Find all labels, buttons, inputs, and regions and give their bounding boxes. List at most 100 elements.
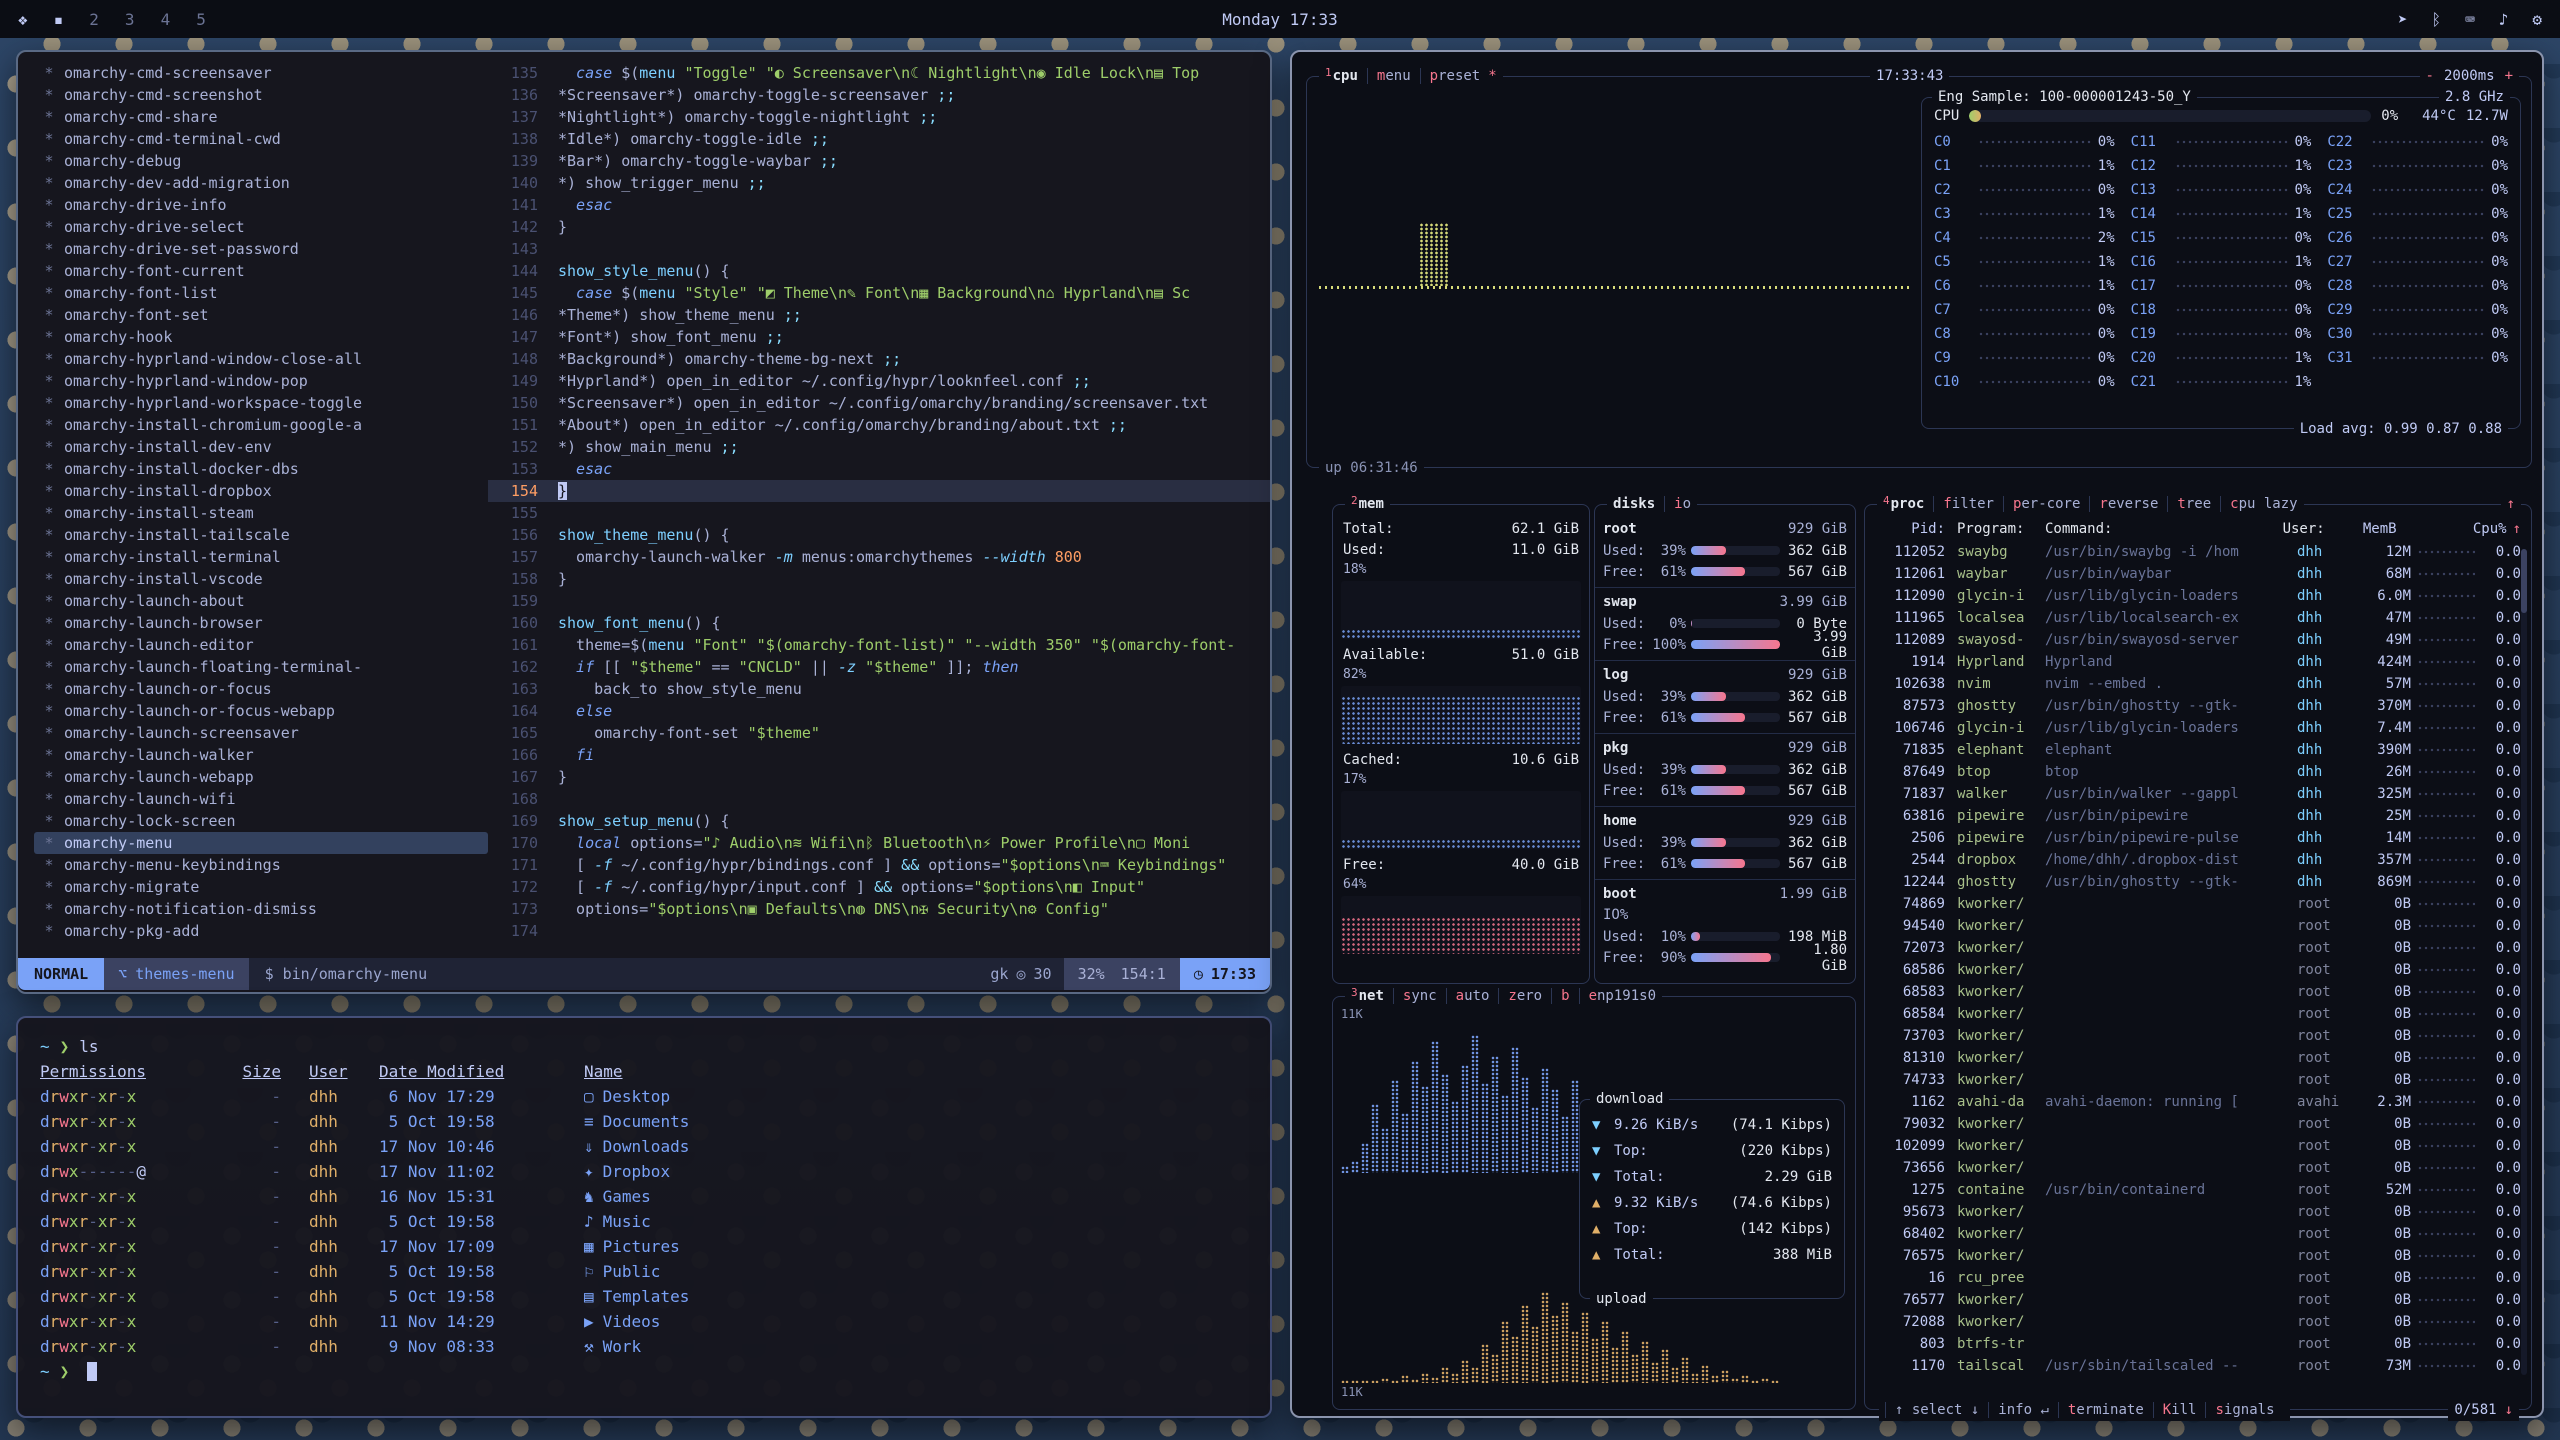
- process-row[interactable]: 68586 kworker/ root 0B 0.0: [1865, 959, 2531, 981]
- file-list-item[interactable]: * omarchy-debug: [34, 150, 488, 172]
- file-list-item[interactable]: * omarchy-lock-screen: [34, 810, 488, 832]
- b-option[interactable]: b: [1551, 988, 1569, 1004]
- process-row[interactable]: 112089 swayosd- /usr/bin/swayosd-server …: [1865, 629, 2531, 651]
- prompt-line-empty[interactable]: ~ ❯: [40, 1359, 1248, 1384]
- process-row[interactable]: 87573 ghostty /usr/bin/ghostty --gtk- dh…: [1865, 695, 2531, 717]
- process-row[interactable]: 81310 kworker/ root 0B 0.0: [1865, 1047, 2531, 1069]
- settings-gear-icon[interactable]: ⚙: [2532, 10, 2542, 29]
- proc-footer-action[interactable]: terminate: [2058, 1402, 2153, 1418]
- file-list-item[interactable]: * omarchy-drive-select: [34, 216, 488, 238]
- screencast-icon[interactable]: ➤: [2398, 10, 2408, 29]
- process-row[interactable]: 112090 glycin-i /usr/lib/glycin-loaders …: [1865, 585, 2531, 607]
- clock[interactable]: Monday 17:33: [1222, 10, 1338, 29]
- process-row[interactable]: 94540 kworker/ root 0B 0.0: [1865, 915, 2531, 937]
- file-list-item[interactable]: * omarchy-hyprland-workspace-toggle: [34, 392, 488, 414]
- file-list[interactable]: * omarchy-cmd-screensaver * omarchy-cmd-…: [18, 62, 488, 958]
- workspace-2[interactable]: 2: [89, 10, 99, 29]
- file-list-item[interactable]: * omarchy-migrate: [34, 876, 488, 898]
- preset-option[interactable]: preset: [1420, 68, 1481, 84]
- tree-option[interactable]: tree: [2167, 496, 2211, 512]
- file-list-item[interactable]: * omarchy-launch-floating-terminal-: [34, 656, 488, 678]
- omarchy-logo-icon[interactable]: ❖: [18, 10, 28, 29]
- header-memb[interactable]: MemB: [2347, 517, 2397, 541]
- process-row[interactable]: 79032 kworker/ root 0B 0.0: [1865, 1113, 2531, 1135]
- process-row[interactable]: 12244 ghostty /usr/bin/ghostty --gtk- dh…: [1865, 871, 2531, 893]
- file-list-item[interactable]: * omarchy-install-docker-dbs: [34, 458, 488, 480]
- process-row[interactable]: 74869 kworker/ root 0B 0.0: [1865, 893, 2531, 915]
- process-row[interactable]: 112052 swaybg /usr/bin/swaybg -i /hom dh…: [1865, 541, 2531, 563]
- file-list-item[interactable]: * omarchy-launch-or-focus: [34, 678, 488, 700]
- file-list-item[interactable]: * omarchy-install-tailscale: [34, 524, 488, 546]
- code-editor[interactable]: 135 case $(menu "Toggle" "◐ Screensaver\…: [488, 62, 1270, 958]
- process-row[interactable]: 74733 kworker/ root 0B 0.0: [1865, 1069, 2531, 1091]
- process-row[interactable]: 72073 kworker/ root 0B 0.0: [1865, 937, 2531, 959]
- file-list-item[interactable]: * omarchy-install-dev-env: [34, 436, 488, 458]
- process-row[interactable]: 1275 containe /usr/bin/containerd root 5…: [1865, 1179, 2531, 1201]
- file-list-item[interactable]: * omarchy-install-terminal: [34, 546, 488, 568]
- file-list-item[interactable]: * omarchy-launch-webapp: [34, 766, 488, 788]
- process-row[interactable]: 2544 dropbox /home/dhh/.dropbox-dist dhh…: [1865, 849, 2531, 871]
- file-list-item[interactable]: * omarchy-hyprland-window-pop: [34, 370, 488, 392]
- auto-option[interactable]: auto: [1446, 988, 1490, 1004]
- interface-name[interactable]: enp191s0: [1579, 988, 1656, 1004]
- file-list-item[interactable]: * omarchy-cmd-screenshot: [34, 84, 488, 106]
- process-row[interactable]: 68584 kworker/ root 0B 0.0: [1865, 1003, 2531, 1025]
- process-row[interactable]: 68583 kworker/ root 0B 0.0: [1865, 981, 2531, 1003]
- proc-footer-action[interactable]: Kill: [2153, 1402, 2206, 1418]
- file-list-item[interactable]: * omarchy-cmd-screensaver: [34, 62, 488, 84]
- terminal-window[interactable]: ~ ❯ ls Permissions Size User Date Modifi…: [16, 1016, 1272, 1418]
- sync-option[interactable]: sync: [1393, 988, 1437, 1004]
- file-list-item[interactable]: * omarchy-font-current: [34, 260, 488, 282]
- file-list-item[interactable]: * omarchy-install-vscode: [34, 568, 488, 590]
- process-row[interactable]: 111965 localsea /usr/lib/localsearch-ex …: [1865, 607, 2531, 629]
- rate-decrease-button[interactable]: -: [2426, 68, 2434, 84]
- proc-scrollbar[interactable]: [2521, 549, 2527, 1375]
- process-row[interactable]: 87649 btop btop dhh 26M 0.0: [1865, 761, 2531, 783]
- file-list-item[interactable]: * omarchy-notification-dismiss: [34, 898, 488, 920]
- file-list-item[interactable]: * omarchy-pkg-add: [34, 920, 488, 942]
- header-program[interactable]: Program:: [1945, 517, 2045, 541]
- workspace-3[interactable]: 3: [125, 10, 135, 29]
- proc-footer-action[interactable]: signals: [2205, 1402, 2283, 1418]
- io-option[interactable]: io: [1664, 496, 1691, 512]
- file-list-item[interactable]: * omarchy-drive-info: [34, 194, 488, 216]
- process-row[interactable]: 95673 kworker/ root 0B 0.0: [1865, 1201, 2531, 1223]
- file-list-item[interactable]: * omarchy-launch-browser: [34, 612, 488, 634]
- file-list-item[interactable]: * omarchy-hyprland-window-close-all: [34, 348, 488, 370]
- process-row[interactable]: 1162 avahi-da avahi-daemon: running [ av…: [1865, 1091, 2531, 1113]
- header-user[interactable]: User:: [2283, 517, 2347, 541]
- process-row[interactable]: 73656 kworker/ root 0B 0.0: [1865, 1157, 2531, 1179]
- reverse-option[interactable]: reverse: [2089, 496, 2158, 512]
- rate-increase-button[interactable]: +: [2505, 68, 2513, 84]
- process-row[interactable]: 102099 kworker/ root 0B 0.0: [1865, 1135, 2531, 1157]
- process-row[interactable]: 76575 kworker/ root 0B 0.0: [1865, 1245, 2531, 1267]
- zero-option[interactable]: zero: [1498, 988, 1542, 1004]
- preset-toggle[interactable]: *: [1488, 68, 1496, 84]
- header-pid[interactable]: Pid:: [1875, 517, 1945, 541]
- proc-footer-action[interactable]: info ↵: [1988, 1402, 2058, 1418]
- file-list-item[interactable]: * omarchy-font-list: [34, 282, 488, 304]
- file-list-item[interactable]: * omarchy-launch-editor: [34, 634, 488, 656]
- process-row[interactable]: 71835 elephant elephant dhh 390M 0.0: [1865, 739, 2531, 761]
- file-list-item[interactable]: * omarchy-drive-set-password: [34, 238, 488, 260]
- scroll-down-indicator[interactable]: ↓: [2505, 1402, 2513, 1418]
- workspace-5[interactable]: 5: [196, 10, 206, 29]
- process-row[interactable]: 68402 kworker/ root 0B 0.0: [1865, 1223, 2531, 1245]
- workspace-1-active[interactable]: ▪: [54, 10, 64, 29]
- file-list-item[interactable]: * omarchy-launch-walker: [34, 744, 488, 766]
- process-row[interactable]: 71837 walker /usr/bin/walker --gappl dhh…: [1865, 783, 2531, 805]
- process-row[interactable]: 1914 Hyprland Hyprland dhh 424M 0.0: [1865, 651, 2531, 673]
- file-list-item[interactable]: * omarchy-install-dropbox: [34, 480, 488, 502]
- keyboard-icon[interactable]: ⌨: [2465, 10, 2475, 29]
- file-list-item[interactable]: * omarchy-launch-about: [34, 590, 488, 612]
- sort-column-option[interactable]: cpu lazy: [2220, 496, 2297, 512]
- process-row[interactable]: 63816 pipewire /usr/bin/pipewire dhh 25M…: [1865, 805, 2531, 827]
- proc-footer-action[interactable]: ↑ select ↓: [1885, 1402, 1988, 1418]
- file-list-item[interactable]: * omarchy-menu: [34, 832, 488, 854]
- file-list-item[interactable]: * omarchy-launch-wifi: [34, 788, 488, 810]
- file-list-item[interactable]: * omarchy-install-steam: [34, 502, 488, 524]
- file-list-item[interactable]: * omarchy-dev-add-migration: [34, 172, 488, 194]
- workspace-4[interactable]: 4: [161, 10, 171, 29]
- header-cpu[interactable]: Cpu%: [2467, 517, 2507, 541]
- process-row[interactable]: 1170 tailscal /usr/sbin/tailscaled -- ro…: [1865, 1355, 2531, 1377]
